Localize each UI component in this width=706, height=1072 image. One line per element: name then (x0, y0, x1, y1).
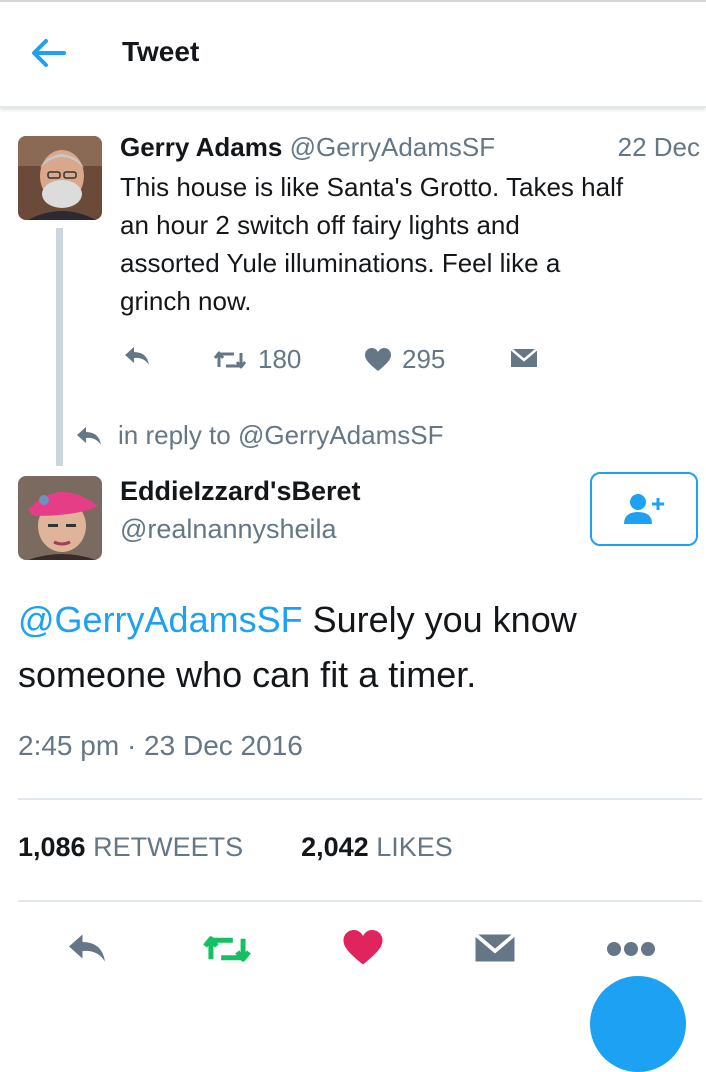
main-tweet-text-part: Surely you know (302, 599, 577, 640)
main-tweet-line: @GerryAdamsSF Surely you know (18, 592, 688, 647)
more-button[interactable] (606, 940, 656, 963)
back-button[interactable] (28, 36, 68, 70)
back-arrow-icon (32, 39, 66, 67)
mention-link[interactable]: @GerryAdamsSF (18, 599, 303, 640)
parent-author-handle[interactable]: @GerryAdamsSF (290, 132, 496, 162)
heart-icon (343, 930, 383, 965)
avatar-image (18, 136, 102, 220)
parent-like-button[interactable]: 295 (364, 344, 445, 375)
retweet-icon (213, 351, 247, 368)
parent-tweet-line: an hour 2 switch off fairy lights and (120, 210, 520, 240)
main-author-name[interactable]: EddieIzzard'sBeret (120, 476, 361, 507)
parent-message-button[interactable] (510, 346, 538, 370)
main-tweet-text: @GerryAdamsSF Surely you know someone wh… (18, 592, 688, 702)
divider (18, 900, 702, 902)
avatar-image (18, 476, 102, 560)
parent-author-name[interactable]: Gerry Adams (120, 132, 282, 162)
eddie-izzard-beret-avatar[interactable] (18, 476, 102, 560)
thread-connector (56, 228, 63, 466)
reply-button[interactable] (64, 930, 110, 971)
retweet-stat[interactable]: 1,086 RETWEETS (18, 832, 243, 863)
tweet-timestamp: 2:45 pm · 23 Dec 2016 (18, 730, 303, 761)
in-reply-to-text: in reply to @GerryAdamsSF (118, 420, 444, 450)
mail-icon (510, 348, 538, 367)
mail-icon (474, 933, 516, 962)
page-title: Tweet (122, 36, 200, 67)
parent-retweet-button[interactable]: 180 (212, 344, 301, 375)
reply-icon (77, 426, 101, 445)
parent-tweet-line: This house is like Santa's Grotto. Takes… (120, 172, 624, 202)
retweet-icon (203, 936, 251, 962)
parent-tweet-header: Gerry Adams @GerryAdamsSF (120, 132, 495, 163)
divider (18, 798, 702, 800)
gerry-adams-avatar[interactable] (18, 136, 102, 220)
heart-icon (365, 347, 391, 371)
retweet-label: RETWEETS (93, 832, 244, 862)
parent-tweet-line: assorted Yule illuminations. Feel like a (120, 248, 561, 278)
parent-retweet-count: 180 (258, 344, 302, 374)
more-icon (607, 942, 655, 956)
compose-fab[interactable] (590, 976, 686, 1072)
parent-tweet-date: 22 Dec (617, 132, 700, 162)
reply-icon (125, 347, 149, 365)
main-tweet-line: someone who can fit a timer. (18, 654, 477, 695)
retweet-count: 1,086 (18, 832, 86, 862)
retweet-button[interactable] (200, 930, 254, 973)
main-author-handle[interactable]: @realnannysheila (120, 514, 337, 545)
parent-reply-button[interactable] (122, 344, 152, 368)
like-count: 2,042 (301, 832, 369, 862)
parent-tweet-line: grinch now. (120, 286, 252, 316)
parent-tweet-text: This house is like Santa's Grotto. Takes… (120, 168, 700, 320)
message-button[interactable] (474, 930, 516, 971)
follow-icon (624, 494, 664, 524)
reply-icon (69, 934, 105, 962)
parent-like-count: 295 (402, 344, 446, 374)
tweet-stats: 1,086 RETWEETS 2,042 LIKES (18, 832, 453, 863)
follow-button[interactable] (590, 472, 698, 546)
in-reply-to[interactable]: in reply to @GerryAdamsSF (74, 420, 443, 451)
app-header: Tweet (0, 2, 706, 108)
like-label: LIKES (376, 832, 453, 862)
like-button[interactable] (342, 928, 384, 973)
like-stat[interactable]: 2,042 LIKES (301, 832, 453, 863)
